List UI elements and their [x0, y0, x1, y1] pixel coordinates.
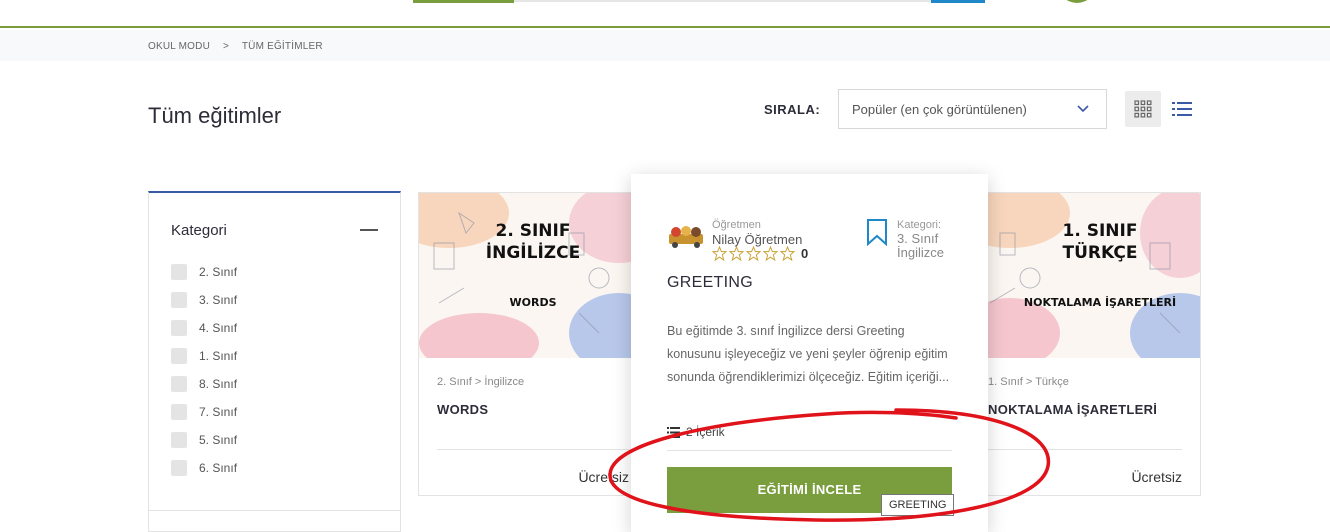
category-item[interactable]: 2. Sınıf	[171, 263, 237, 281]
category-title: Kategori	[171, 222, 227, 239]
course-price: Ücretsiz	[1131, 469, 1182, 485]
top-header	[0, 0, 1330, 28]
category-item[interactable]: 7. Sınıf	[171, 403, 237, 421]
category-item-label: 6. Sınıf	[199, 461, 238, 475]
doodle-background	[970, 193, 1200, 358]
list-icon	[667, 426, 680, 438]
checkbox[interactable]	[171, 376, 187, 392]
category-filter-panel: Kategori 2. Sınıf 3. Sınıf 4. Sınıf 1. S…	[148, 191, 401, 532]
course-price: Ücretsiz	[578, 469, 629, 485]
course-thumbnail[interactable]: 2. SINIF İNGİLİZCE WORDS	[419, 193, 647, 358]
category-item-label: 5. Sınıf	[199, 433, 238, 447]
checkbox[interactable]	[171, 292, 187, 308]
category-item-label: 4. Sınıf	[199, 321, 238, 335]
course-card[interactable]: 2. SINIF İNGİLİZCE WORDS 2. Sınıf > İngi…	[418, 192, 648, 496]
category-item[interactable]: 4. Sınıf	[171, 319, 237, 337]
star-outline-icon	[712, 246, 727, 261]
category-item[interactable]: 8. Sınıf	[171, 375, 237, 393]
thumb-line1: 1. SINIF	[1062, 221, 1138, 241]
page-title: Tüm eğitimler	[148, 103, 282, 128]
breadcrumb-item-okul-modu[interactable]: OKUL MODU	[148, 41, 210, 52]
thumb-line1: 2. SINIF	[495, 221, 571, 241]
category-item[interactable]: 1. Sınıf	[171, 347, 237, 365]
sort-select[interactable]: Popüler (en çok görüntülenen)	[838, 89, 1107, 129]
sort-selected-value: Popüler (en çok görüntülenen)	[852, 102, 1027, 117]
breadcrumb-separator: >	[222, 41, 230, 52]
content-count: 2 İçerik	[667, 425, 725, 439]
category-item-label: 2. Sınıf	[199, 265, 238, 279]
card-divider	[437, 449, 629, 450]
breadcrumb: OKUL MODU > TÜM EĞİTİMLER	[148, 41, 333, 52]
course-card[interactable]: 1. SINIF TÜRKÇE NOKTALAMA İŞARETLERİ 1. …	[969, 192, 1201, 496]
star-outline-icon	[746, 246, 761, 261]
course-hover-popup[interactable]: Öğretmen Nilay Öğretmen 0 Kategori: 3. S…	[631, 174, 988, 532]
thumb-line2: TÜRKÇE	[1062, 243, 1138, 263]
sidebar-divider	[148, 510, 401, 511]
card-divider	[988, 449, 1182, 450]
popup-divider	[667, 450, 952, 451]
category-label: Kategori:	[897, 219, 942, 231]
doodle-background	[419, 193, 647, 358]
course-thumbnail[interactable]: 1. SINIF TÜRKÇE NOKTALAMA İŞARETLERİ	[970, 193, 1200, 358]
thumb-line2: İNGİLİZCE	[485, 243, 581, 263]
popup-course-title: GREETING	[667, 274, 753, 291]
category-item-label: 7. Sınıf	[199, 405, 238, 419]
category-item[interactable]: 5. Sınıf	[171, 431, 237, 449]
list-view-icon[interactable]	[1172, 100, 1192, 118]
breadcrumb-item-current: TÜM EĞİTİMLER	[241, 41, 323, 52]
checkbox[interactable]	[171, 348, 187, 364]
header-user-icon[interactable]	[1058, 0, 1096, 3]
course-title[interactable]: NOKTALAMA İŞARETLERİ	[988, 402, 1157, 417]
popup-description: Bu eğitimde 3. sınıf İngilizce dersi Gre…	[667, 324, 950, 384]
course-category: 1. Sınıf > Türkçe	[988, 376, 1069, 388]
header-green-button[interactable]	[413, 0, 514, 3]
sort-label: SIRALA:	[764, 102, 821, 117]
checkbox[interactable]	[171, 320, 187, 336]
course-category: 2. Sınıf > İngilizce	[437, 376, 525, 388]
tooltip: GREETING	[881, 494, 955, 516]
category-item-label: 3. Sınıf	[199, 293, 238, 307]
checkbox[interactable]	[171, 404, 187, 420]
category-item[interactable]: 3. Sınıf	[171, 291, 237, 309]
header-search-button[interactable]	[931, 0, 985, 3]
star-outline-icon	[729, 246, 744, 261]
collapse-icon[interactable]	[360, 229, 378, 231]
teacher-name[interactable]: Nilay Öğretmen	[712, 232, 802, 247]
teacher-label: Öğretmen	[712, 219, 761, 231]
category-item[interactable]: 6. Sınıf	[171, 459, 237, 477]
bookmark-icon	[867, 219, 887, 246]
checkbox[interactable]	[171, 264, 187, 280]
checkbox[interactable]	[171, 460, 187, 476]
content-count-label: 2 İçerik	[686, 425, 725, 439]
star-outline-icon	[780, 246, 795, 261]
checkbox[interactable]	[171, 432, 187, 448]
grid-icon	[1134, 100, 1152, 118]
grid-view-button[interactable]	[1125, 91, 1161, 127]
header-search-input[interactable]	[514, 0, 931, 2]
chevron-down-icon	[1077, 105, 1089, 113]
rating-stars: 0	[712, 246, 808, 261]
thumb-subtitle: NOKTALAMA İŞARETLERİ	[1023, 296, 1177, 309]
thumb-subtitle: WORDS	[509, 296, 557, 309]
star-outline-icon	[763, 246, 778, 261]
category-item-label: 1. Sınıf	[199, 349, 238, 363]
teacher-avatar-icon	[669, 226, 703, 248]
category-item-label: 8. Sınıf	[199, 377, 238, 391]
category-value: 3. Sınıf İngilizce	[897, 231, 944, 260]
rating-count: 0	[801, 246, 809, 261]
course-title[interactable]: WORDS	[437, 402, 488, 417]
